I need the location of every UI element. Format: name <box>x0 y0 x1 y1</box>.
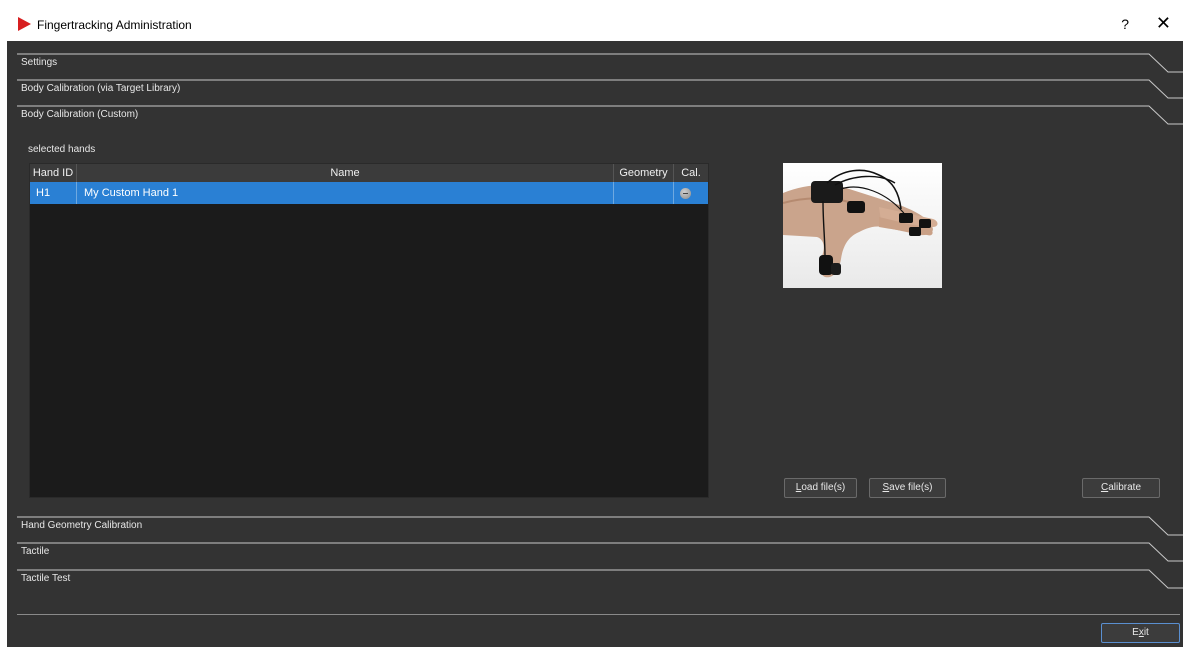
exit-button[interactable]: Exit <box>1101 623 1180 643</box>
section-settings-label: Settings <box>21 57 58 68</box>
section-hand-geometry-label: Hand Geometry Calibration <box>21 520 143 531</box>
close-button[interactable]: ✕ <box>1156 13 1171 34</box>
section-hand-geometry-calibration[interactable]: Hand Geometry Calibration <box>17 516 1183 536</box>
hands-table[interactable]: Hand ID Name Geometry Cal. H1 My Custom … <box>29 163 709 498</box>
footer-separator <box>17 614 1180 615</box>
app-logo-icon <box>18 17 31 31</box>
section-tactile-label: Tactile <box>21 546 50 557</box>
table-header: Hand ID Name Geometry Cal. <box>30 164 708 182</box>
hand-target-image <box>783 163 942 288</box>
column-cal[interactable]: Cal. <box>674 164 708 182</box>
column-name[interactable]: Name <box>77 164 614 182</box>
section-body-calibration-target[interactable]: Body Calibration (via Target Library) <box>17 79 1183 99</box>
section-tactile-test[interactable]: Tactile Test <box>17 569 1183 589</box>
section-header-line <box>17 53 1183 73</box>
column-geometry[interactable]: Geometry <box>614 164 674 182</box>
section-header-line <box>17 79 1183 99</box>
dialog-body: Settings Body Calibration (via Target Li… <box>7 41 1183 647</box>
section-header-line <box>17 569 1183 589</box>
section-tactile[interactable]: Tactile <box>17 542 1183 562</box>
cell-name: My Custom Hand 1 <box>77 182 614 204</box>
load-files-button[interactable]: Load file(s) <box>784 478 857 498</box>
section-header-line <box>17 516 1183 536</box>
section-header-line <box>17 105 1183 125</box>
cell-hand-id: H1 <box>30 182 77 204</box>
section-header-line <box>17 542 1183 562</box>
cell-cal <box>674 182 708 204</box>
section-body-calibration-target-label: Body Calibration (via Target Library) <box>21 83 181 94</box>
calibrate-button[interactable]: Calibrate <box>1082 478 1160 498</box>
column-hand-id[interactable]: Hand ID <box>30 164 77 182</box>
table-row[interactable]: H1 My Custom Hand 1 <box>30 182 708 204</box>
section-settings[interactable]: Settings <box>17 53 1183 73</box>
section-body-calibration-custom[interactable]: Body Calibration (Custom) <box>17 105 1183 125</box>
section-body-calibration-custom-label: Body Calibration (Custom) <box>21 109 139 120</box>
cell-geometry <box>614 182 674 204</box>
section-tactile-test-label: Tactile Test <box>21 573 71 584</box>
status-dot-icon <box>680 188 691 199</box>
selected-hands-label: selected hands <box>28 144 96 155</box>
help-button[interactable]: ? <box>1121 16 1129 32</box>
title-bar: Fingertracking Administration ? ✕ <box>7 7 1183 41</box>
save-files-button[interactable]: Save file(s) <box>869 478 946 498</box>
hand-illustration <box>783 169 938 278</box>
window-title: Fingertracking Administration <box>37 18 192 32</box>
